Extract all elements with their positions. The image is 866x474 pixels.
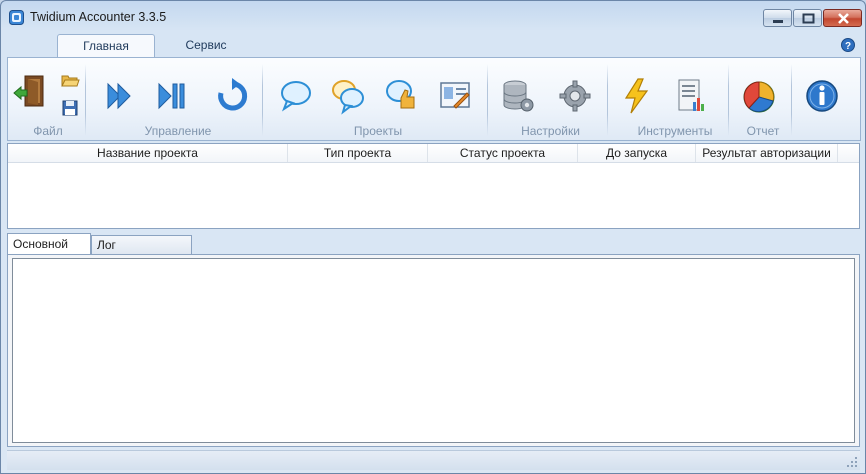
exit-button[interactable] [11,72,49,112]
log-tabs: Основной лог Лог авторизации [7,233,860,272]
open-button[interactable] [60,70,80,90]
tab-auth-log[interactable]: Лог авторизации [91,235,192,270]
projects-table[interactable]: Название проекта Тип проекта Статус прое… [7,143,860,229]
ribbon-panel: Файл Управление Проекты Настройки Инстру… [7,57,861,141]
resize-grip-icon[interactable] [846,456,858,468]
close-icon [838,13,849,24]
projects-button[interactable] [329,76,367,116]
group-separator [728,64,729,136]
log-textarea[interactable] [12,258,855,443]
pie-chart-icon [743,81,775,113]
status-bar [7,450,860,470]
maximize-button[interactable] [793,9,822,27]
group-label-control: Управление [144,124,212,138]
column-header-auth-result[interactable]: Результат авторизации [696,144,838,162]
group-separator [791,64,792,136]
report-button[interactable] [740,76,778,116]
pause-icon [158,82,185,110]
refresh-button[interactable] [213,76,251,116]
title-bar[interactable]: Twidium Accounter 3.3.5 [1,1,865,33]
app-icon [9,10,24,25]
svg-text:?: ? [845,41,851,52]
database-settings-button[interactable] [499,76,537,116]
start-button[interactable] [100,76,138,116]
pause-button[interactable] [153,76,191,116]
column-header-time-to-start[interactable]: До запуска [578,144,696,162]
tools-button[interactable] [618,76,656,116]
chat-bubbles-icon [332,80,364,115]
group-label-report: Отчет [746,124,780,138]
info-icon [806,80,838,112]
window-title: Twidium Accounter 3.3.5 [30,10,167,24]
ribbon-tabs: Главная Сервис ? [7,34,861,57]
table-header: Название проекта Тип проекта Статус прое… [8,144,859,163]
lightning-icon [624,78,649,114]
column-header-project-name[interactable]: Название проекта [8,144,288,162]
minimize-icon [773,20,783,23]
report-list-icon [678,79,704,111]
refresh-icon [218,78,248,111]
group-separator [262,64,263,136]
thumbs-up-chat-icon [386,80,415,109]
database-gear-icon [503,80,534,112]
group-separator [85,64,86,136]
group-separator [607,64,608,136]
start-icon [107,82,131,110]
group-label-file: Файл [33,124,63,138]
minimize-button[interactable] [763,9,792,27]
settings-button[interactable] [556,76,594,116]
close-button[interactable] [823,9,862,27]
log-panel [7,254,860,447]
gear-icon [559,80,591,112]
profile-button[interactable] [436,76,474,116]
save-button[interactable] [60,98,80,118]
group-label-tools: Инструменты [637,124,713,138]
app-window: Twidium Accounter 3.3.5 Главная Сервис ? [0,0,866,474]
tab-main[interactable]: Главная [57,34,155,57]
about-button[interactable] [803,76,841,116]
group-separator [487,64,488,136]
profile-card-icon [440,82,470,109]
group-label-settings: Настройки [521,124,580,138]
exit-door-icon [13,75,44,107]
maximize-icon [802,13,815,24]
group-label-projects: Проекты [353,124,403,138]
report-tool-button[interactable] [672,76,710,116]
save-disk-icon [62,100,78,116]
like-project-button[interactable] [383,76,421,116]
tab-service[interactable]: Сервис [167,34,245,57]
project-button[interactable] [277,76,315,116]
tab-main-log[interactable]: Основной лог [7,233,91,272]
column-header-project-type[interactable]: Тип проекта [288,144,428,162]
column-header-project-status[interactable]: Статус проекта [428,144,578,162]
open-folder-icon [61,75,80,87]
help-icon[interactable]: ? [841,38,855,52]
chat-bubble-icon [281,81,311,112]
